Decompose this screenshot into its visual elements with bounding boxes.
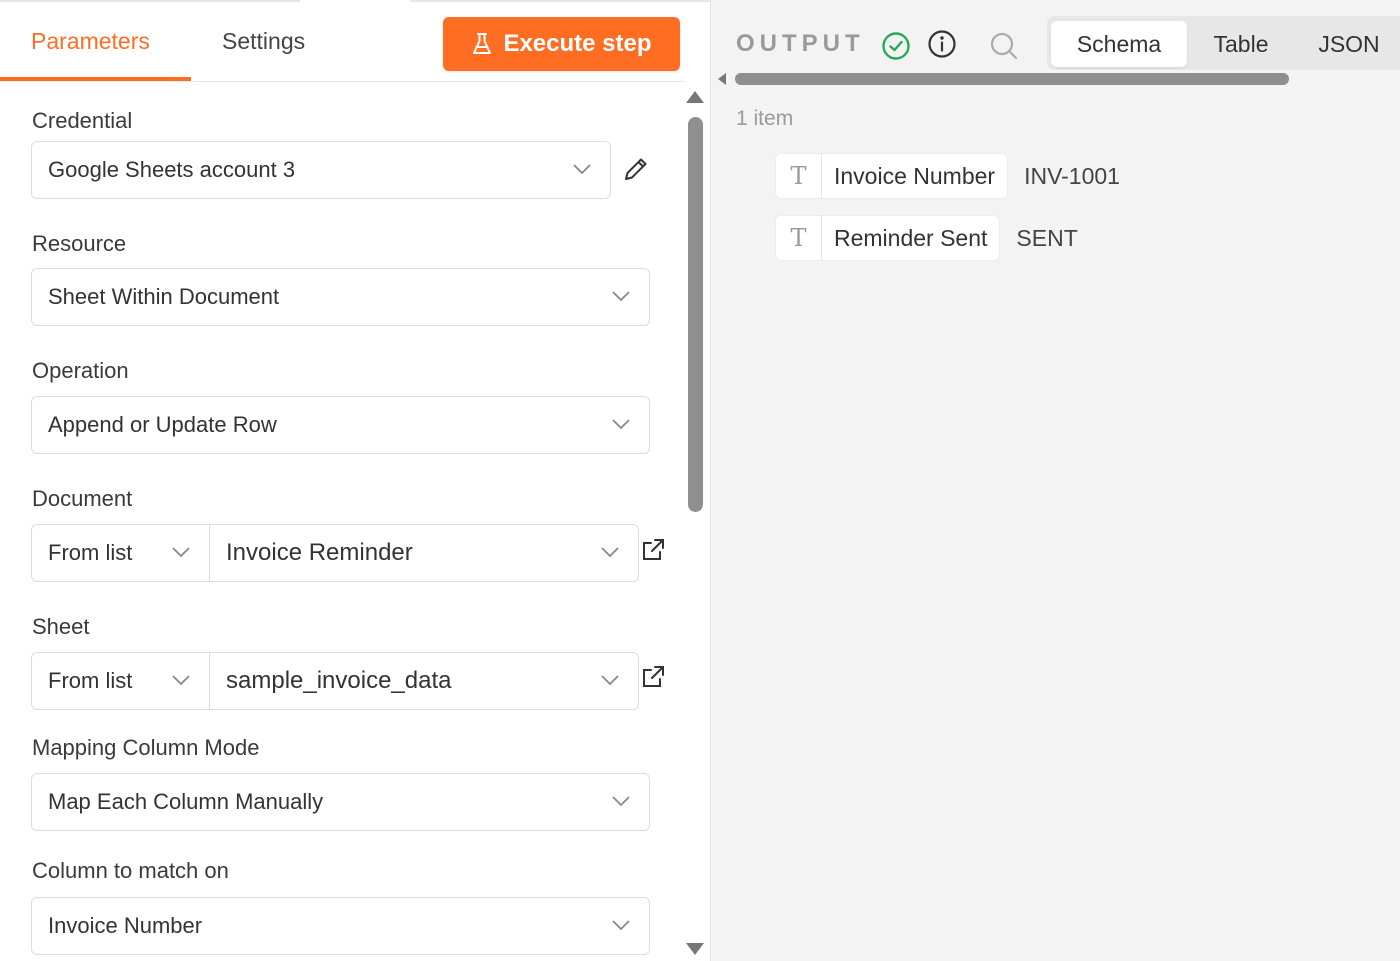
mapping-mode-label: Mapping Column Mode bbox=[32, 735, 260, 760]
credential-select[interactable]: Google Sheets account 3 bbox=[31, 141, 611, 199]
match-column-label: Column to match on bbox=[32, 858, 229, 883]
chevron-down-icon bbox=[601, 547, 619, 558]
resource-select[interactable]: Sheet Within Document bbox=[31, 268, 650, 326]
tab-json[interactable]: JSON bbox=[1299, 21, 1399, 67]
sheet-select[interactable]: sample_invoice_data bbox=[209, 652, 639, 710]
operation-value: Append or Update Row bbox=[48, 412, 277, 437]
field-name: Reminder Sent bbox=[834, 224, 988, 251]
field-value: SENT bbox=[1016, 224, 1078, 251]
tab-parameters[interactable]: Parameters bbox=[31, 28, 150, 55]
chevron-down-icon bbox=[172, 547, 190, 558]
document-select[interactable]: Invoice Reminder bbox=[209, 524, 639, 582]
scroll-left-arrow[interactable] bbox=[718, 73, 726, 85]
mapping-mode-value: Map Each Column Manually bbox=[48, 789, 324, 814]
chevron-down-icon bbox=[612, 291, 630, 302]
output-panel: OUTPUT Schema Table JSON 1 item T Invoic… bbox=[710, 0, 1400, 961]
field-name: Invoice Number bbox=[834, 162, 996, 189]
operation-select[interactable]: Append or Update Row bbox=[31, 396, 650, 454]
mapping-mode-select[interactable]: Map Each Column Manually bbox=[31, 773, 650, 831]
sheet-mode-value: From list bbox=[48, 668, 133, 693]
items-count: 1 item bbox=[736, 107, 794, 130]
text-type-icon: T bbox=[776, 215, 822, 261]
execute-step-label: Execute step bbox=[503, 30, 652, 57]
document-label: Document bbox=[32, 486, 133, 511]
scroll-down-arrow[interactable] bbox=[686, 943, 704, 955]
chevron-down-icon bbox=[612, 920, 630, 931]
info-icon[interactable] bbox=[927, 29, 957, 59]
tab-table[interactable]: Table bbox=[1197, 21, 1285, 67]
schema-field-row[interactable]: T Reminder Sent SENT bbox=[775, 215, 1078, 261]
check-circle-icon bbox=[882, 32, 910, 60]
credential-label: Credential bbox=[32, 108, 133, 133]
resource-value: Sheet Within Document bbox=[48, 284, 280, 309]
credential-value: Google Sheets account 3 bbox=[48, 157, 296, 182]
operation-label: Operation bbox=[32, 358, 129, 383]
pencil-icon[interactable] bbox=[622, 155, 650, 183]
vertical-scrollbar-thumb[interactable] bbox=[688, 117, 703, 512]
tab-schema[interactable]: Schema bbox=[1051, 21, 1187, 67]
document-mode-select[interactable]: From list bbox=[31, 524, 210, 582]
tab-settings[interactable]: Settings bbox=[222, 28, 305, 55]
search-icon[interactable] bbox=[989, 31, 1019, 61]
chevron-down-icon bbox=[601, 675, 619, 686]
document-value: Invoice Reminder bbox=[226, 539, 413, 566]
view-switcher: Schema Table JSON bbox=[1047, 16, 1400, 70]
sheet-label: Sheet bbox=[32, 614, 90, 639]
open-external-icon[interactable] bbox=[640, 537, 666, 563]
text-type-icon: T bbox=[776, 153, 822, 199]
output-title: OUTPUT bbox=[736, 30, 865, 57]
document-mode-value: From list bbox=[48, 540, 133, 565]
active-tab-indicator bbox=[0, 77, 191, 81]
schema-field-pill[interactable]: T Reminder Sent bbox=[775, 215, 1001, 261]
schema-field-row[interactable]: T Invoice Number INV-1001 bbox=[775, 153, 1120, 199]
field-value: INV-1001 bbox=[1024, 162, 1120, 189]
chevron-down-icon bbox=[172, 675, 190, 686]
panel-tabs: Parameters Settings Execute step bbox=[0, 0, 685, 82]
horizontal-scrollbar-thumb[interactable] bbox=[735, 73, 1289, 85]
parameters-panel: Parameters Settings Execute step Credent… bbox=[0, 0, 710, 961]
chevron-down-icon bbox=[612, 419, 630, 430]
sheet-value: sample_invoice_data bbox=[226, 667, 452, 694]
open-external-icon[interactable] bbox=[640, 664, 666, 690]
resource-label: Resource bbox=[32, 231, 127, 256]
schema-field-pill[interactable]: T Invoice Number bbox=[775, 153, 1009, 199]
chevron-down-icon bbox=[573, 164, 591, 175]
execute-step-button[interactable]: Execute step bbox=[443, 17, 680, 71]
chevron-down-icon bbox=[612, 796, 630, 807]
match-column-value: Invoice Number bbox=[48, 913, 203, 938]
scroll-up-arrow[interactable] bbox=[686, 91, 704, 103]
match-column-select[interactable]: Invoice Number bbox=[31, 897, 650, 955]
sheet-mode-select[interactable]: From list bbox=[31, 652, 210, 710]
flask-icon bbox=[473, 33, 492, 54]
